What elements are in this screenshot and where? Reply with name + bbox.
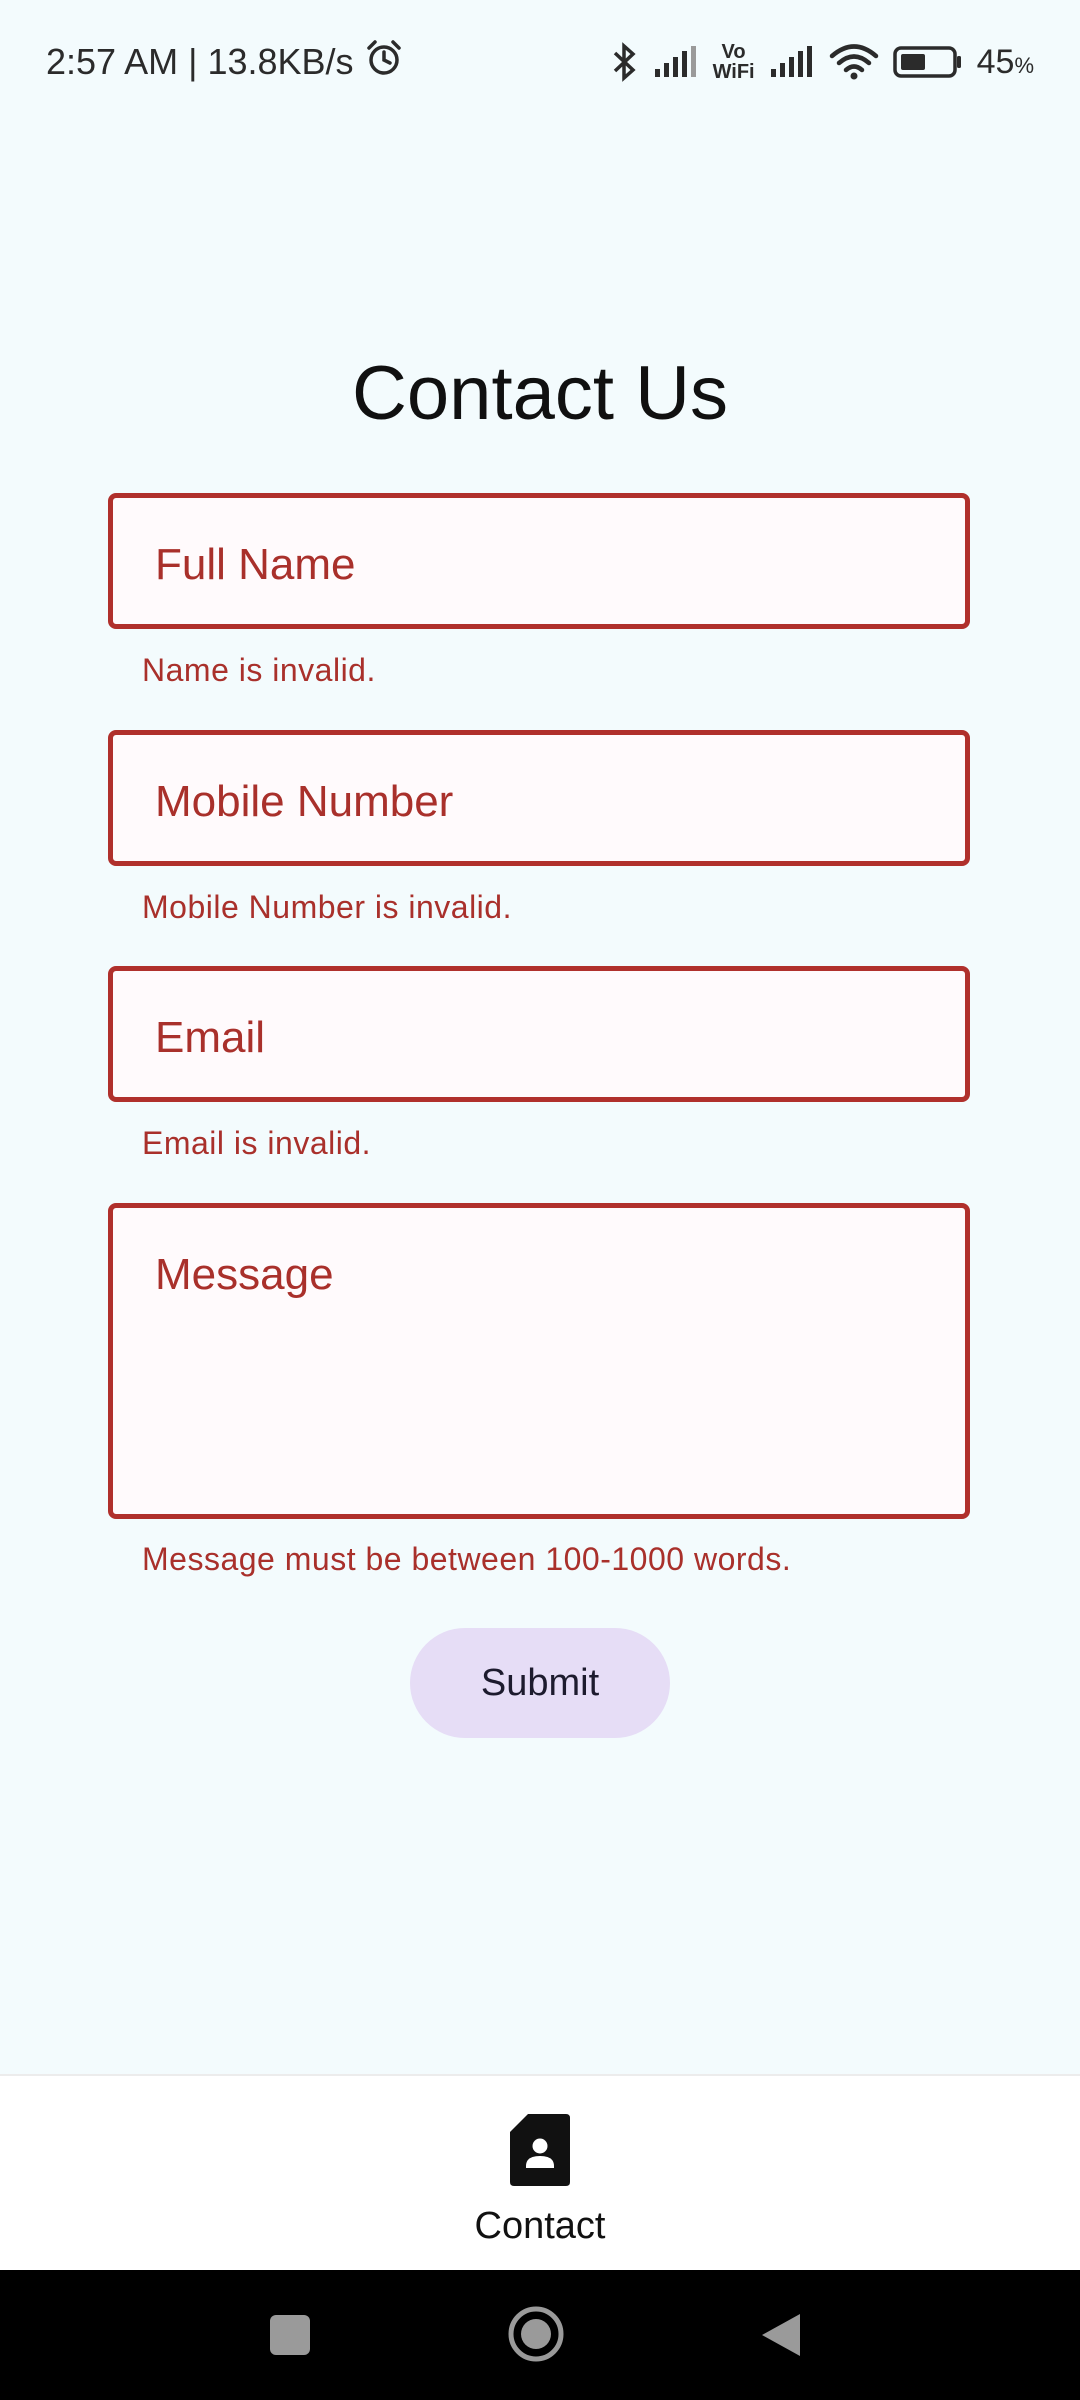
email-field[interactable]: Email bbox=[108, 966, 970, 1102]
signal-icon bbox=[653, 45, 699, 79]
message-field[interactable]: Message bbox=[108, 1203, 970, 1519]
status-right: Vo WiFi 45% bbox=[609, 42, 1034, 82]
message-placeholder: Message bbox=[155, 1250, 334, 1299]
vowifi-top: Vo bbox=[721, 41, 746, 63]
vowifi-bottom: WiFi bbox=[712, 61, 755, 83]
vowifi-indicator: Vo WiFi bbox=[713, 42, 755, 82]
mobile-number-field[interactable]: Mobile Number bbox=[108, 730, 970, 866]
contact-page-icon bbox=[508, 2112, 572, 2193]
wifi-icon bbox=[829, 43, 879, 81]
home-icon[interactable] bbox=[506, 2304, 566, 2369]
battery-percent: 45% bbox=[977, 43, 1034, 82]
status-bar: 2:57 AM | 13.8KB/s Vo WiFi 45% bbox=[0, 0, 1080, 124]
alarm-icon bbox=[364, 38, 404, 87]
page-title: Contact Us bbox=[352, 351, 728, 436]
full-name-field[interactable]: Full Name bbox=[108, 493, 970, 629]
mobile-number-placeholder: Mobile Number bbox=[155, 777, 454, 826]
battery-icon bbox=[892, 45, 963, 79]
email-error: Email is invalid. bbox=[142, 1125, 372, 1161]
bottom-nav: Contact bbox=[0, 2074, 1080, 2272]
battery-value: 45 bbox=[976, 42, 1015, 81]
recents-icon[interactable] bbox=[268, 2310, 312, 2365]
full-name-placeholder: Full Name bbox=[155, 540, 356, 589]
full-name-error: Name is invalid. bbox=[142, 652, 376, 688]
email-placeholder: Email bbox=[155, 1013, 266, 1062]
message-error: Message must be between 100-1000 words. bbox=[142, 1541, 792, 1577]
bluetooth-icon bbox=[609, 42, 639, 82]
battery-unit: % bbox=[1014, 52, 1034, 78]
nav-item-label: Contact bbox=[474, 2205, 606, 2247]
signal-icon bbox=[769, 45, 815, 79]
back-icon[interactable] bbox=[758, 2310, 804, 2365]
nav-item-contact[interactable]: Contact bbox=[440, 2112, 640, 2262]
mobile-number-error: Mobile Number is invalid. bbox=[142, 889, 512, 925]
time-and-speed: 2:57 AM | 13.8KB/s bbox=[46, 41, 354, 82]
status-left: 2:57 AM | 13.8KB/s bbox=[46, 38, 404, 87]
submit-button[interactable]: Submit bbox=[410, 1628, 670, 1738]
system-nav-bar bbox=[0, 2270, 1080, 2400]
